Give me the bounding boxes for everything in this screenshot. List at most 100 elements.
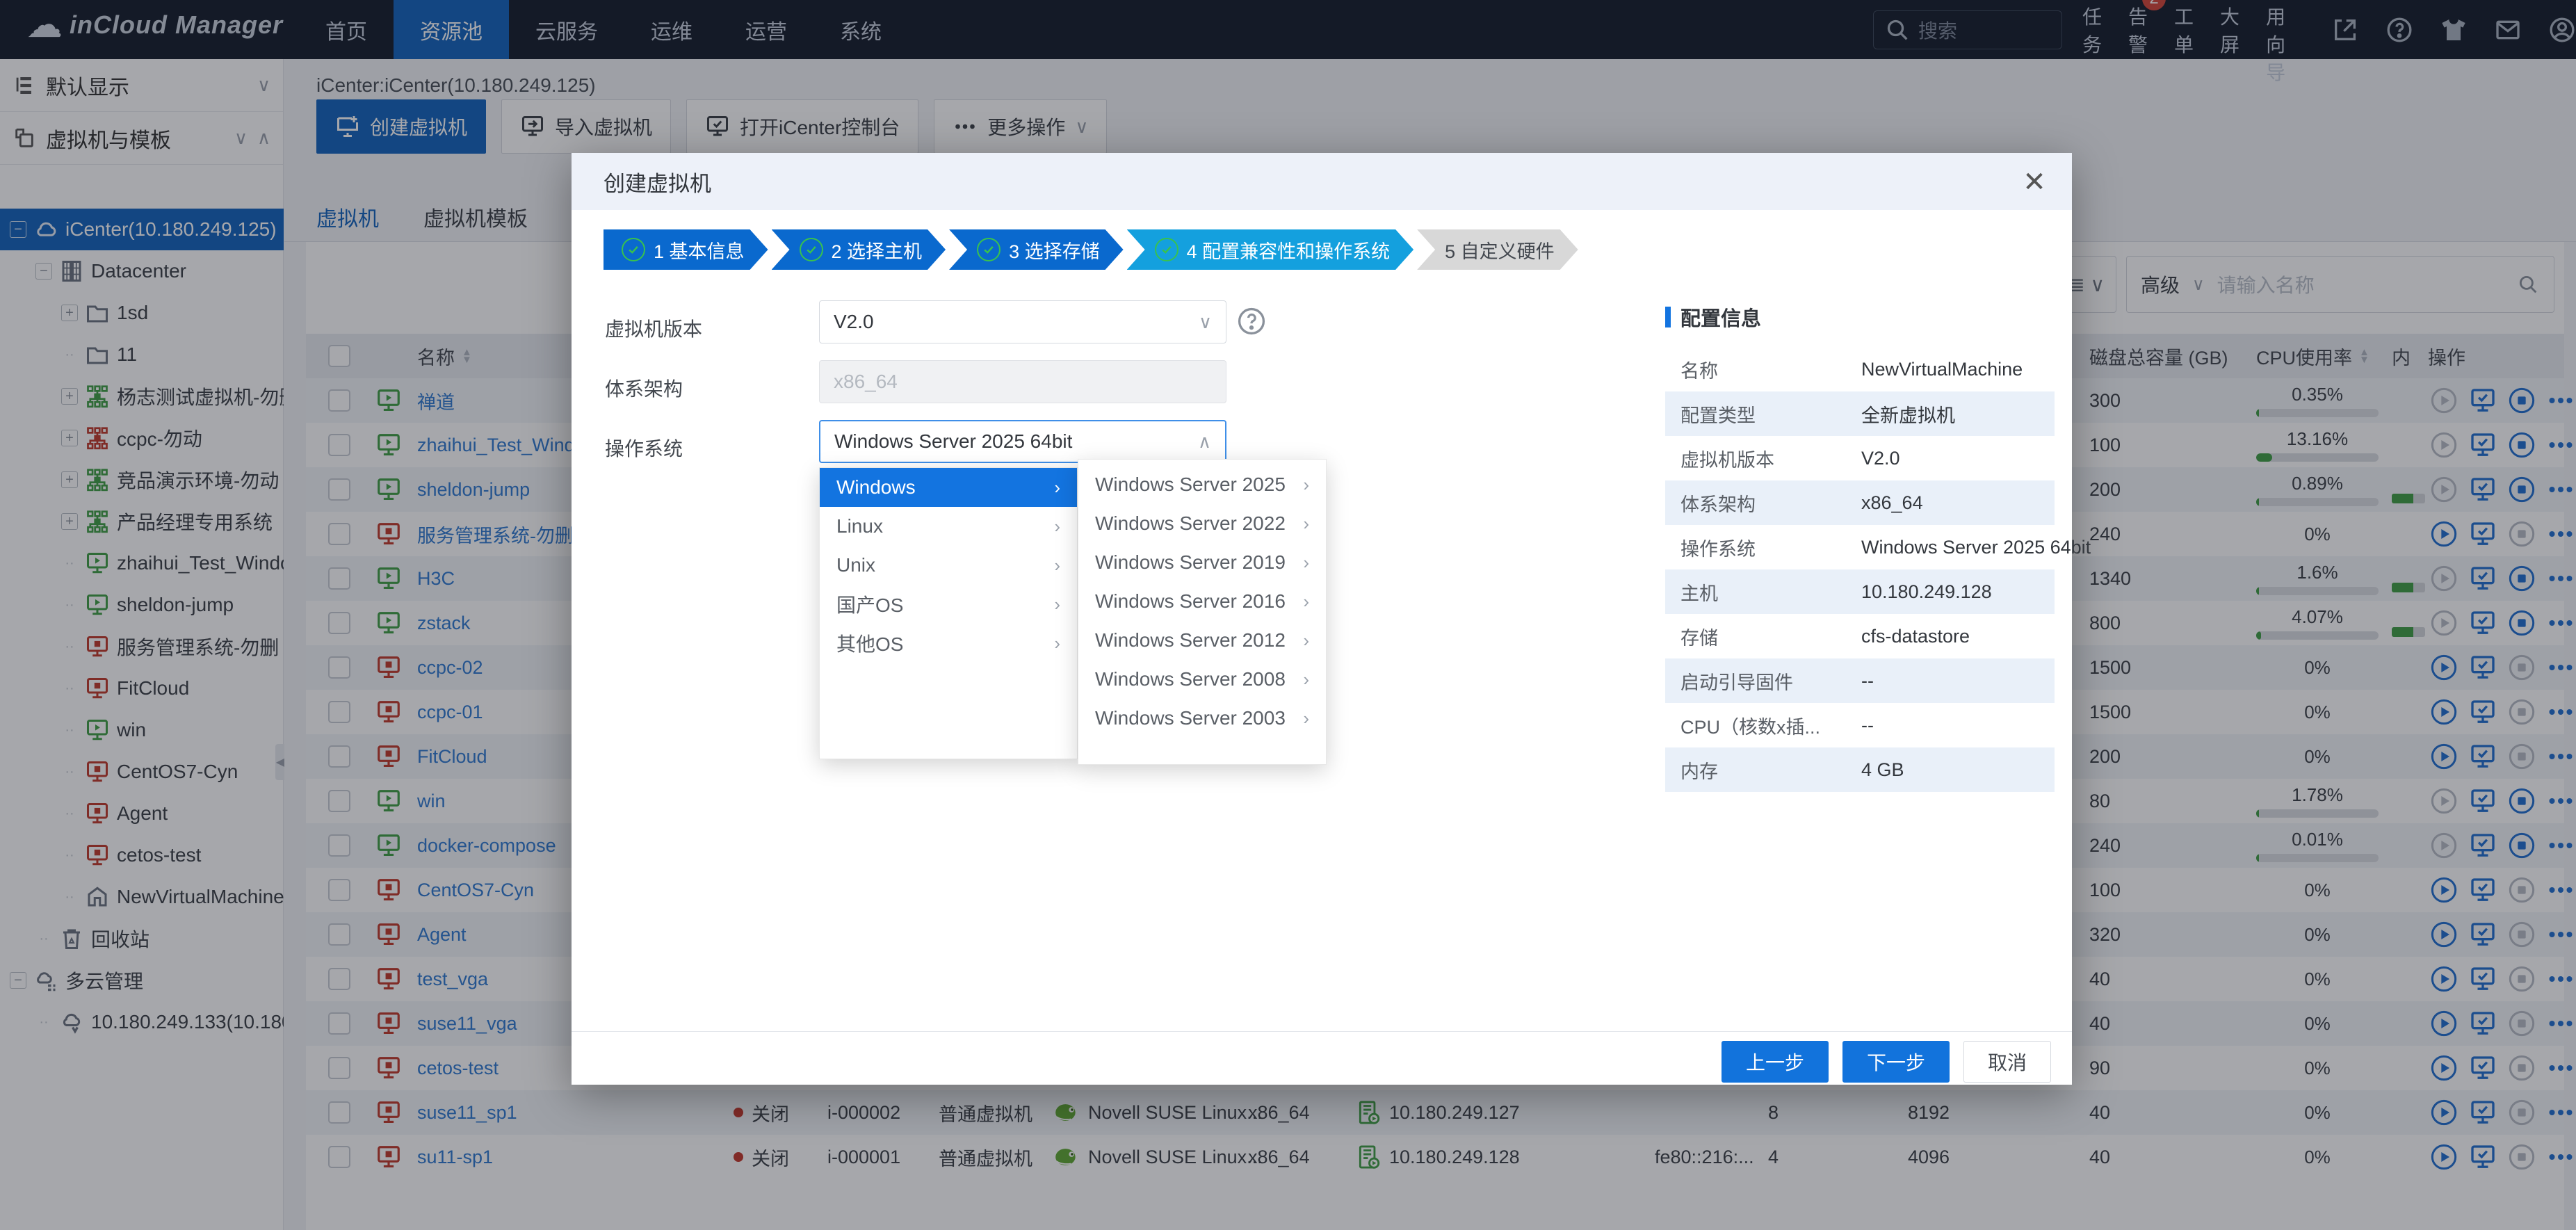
chevron-right-icon: ›	[1303, 669, 1309, 690]
config-label: 主机	[1680, 578, 1861, 606]
vm-version-value: V2.0	[834, 311, 874, 333]
config-label: 操作系统	[1680, 534, 1861, 561]
next-step-button[interactable]: 下一步	[1842, 1041, 1950, 1083]
os-version-label: Windows Server 2003	[1095, 707, 1286, 729]
chevron-right-icon: ›	[1303, 474, 1309, 496]
menu-pad	[1078, 460, 1326, 465]
os-version-label: Windows Server 2008	[1095, 668, 1286, 690]
os-family-Windows[interactable]: Windows ›	[820, 468, 1077, 507]
cancel-button[interactable]: 取消	[1963, 1041, 2051, 1083]
os-family-label: Unix	[836, 554, 875, 576]
step-label: 2 选择主机	[832, 236, 923, 264]
os-family-menu: Windows › Linux › Unix › 国产OS › 其他OS ›	[819, 467, 1078, 759]
step-label: 4 配置兼容性和操作系统	[1187, 236, 1391, 264]
config-label: CPU（核数x插...	[1680, 712, 1861, 739]
config-title-text: 配置信息	[1680, 302, 1761, 332]
chevron-right-icon: ›	[1054, 594, 1060, 615]
os-version-label: Windows Server 2022	[1095, 512, 1286, 535]
chevron-right-icon: ›	[1303, 708, 1309, 729]
os-version-Windows Server 2022[interactable]: Windows Server 2022 ›	[1078, 504, 1326, 543]
chevron-right-icon: ›	[1303, 630, 1309, 652]
os-family-国产OS[interactable]: 国产OS ›	[820, 585, 1077, 624]
prev-step-button[interactable]: 上一步	[1722, 1041, 1829, 1083]
config-panel-title: 配置信息	[1665, 302, 2055, 332]
os-version-Windows Server 2019[interactable]: Windows Server 2019 ›	[1078, 543, 1326, 582]
os-family-label: 国产OS	[836, 590, 903, 618]
config-label: 内存	[1680, 756, 1861, 784]
config-value: 4 GB	[1861, 759, 1904, 781]
chevron-right-icon: ›	[1054, 516, 1060, 537]
os-version-label: Windows Server 2019	[1095, 551, 1286, 574]
step-check-icon	[977, 238, 1001, 261]
os-version-Windows Server 2008[interactable]: Windows Server 2008 ›	[1078, 660, 1326, 699]
config-row-操作系统: 操作系统Windows Server 2025 64bit	[1665, 525, 2055, 569]
step-check-icon	[622, 238, 645, 261]
chevron-right-icon: ›	[1303, 591, 1309, 613]
chevron-right-icon: ›	[1303, 552, 1309, 574]
config-label: 存储	[1680, 623, 1861, 650]
close-icon[interactable]: ✕	[2018, 165, 2051, 199]
dialog-header: 创建虚拟机	[572, 153, 2072, 210]
config-value: V2.0	[1861, 448, 1900, 469]
os-family-Unix[interactable]: Unix ›	[820, 546, 1077, 585]
wizard-step-2[interactable]: 2 选择主机	[772, 229, 946, 270]
config-row-CPU（核数x插...: CPU（核数x插...--	[1665, 703, 2055, 747]
help-icon[interactable]	[1236, 306, 1267, 337]
chevron-right-icon: ›	[1054, 555, 1060, 576]
vm-version-select[interactable]: V2.0 ∨	[819, 300, 1226, 343]
os-family-其他OS[interactable]: 其他OS ›	[820, 624, 1077, 663]
config-value: --	[1861, 715, 1874, 736]
config-row-内存: 内存4 GB	[1665, 747, 2055, 792]
config-row-体系架构: 体系架构x86_64	[1665, 480, 2055, 525]
step-label: 3 选择存储	[1009, 236, 1100, 264]
step-check-icon	[1155, 238, 1178, 261]
os-family-label: 其他OS	[836, 629, 903, 657]
wizard-step-5[interactable]: 5 自定义硬件	[1417, 229, 1578, 270]
os-family-label: Linux	[836, 515, 883, 537]
step-label: 1 基本信息	[654, 236, 745, 264]
vm-version-label: 虚拟机版本	[605, 314, 702, 342]
os-version-label: Windows Server 2025	[1095, 474, 1286, 496]
config-row-配置类型: 配置类型全新虚拟机	[1665, 391, 2055, 436]
config-label: 虚拟机版本	[1680, 445, 1861, 472]
os-version-label: Windows Server 2012	[1095, 629, 1286, 652]
os-select[interactable]: Windows Server 2025 64bit ∧	[819, 420, 1226, 463]
os-version-menu: Windows Server 2025 › Windows Server 2022 ›…	[1078, 459, 1327, 765]
wizard-step-1[interactable]: 1 基本信息	[604, 229, 768, 270]
config-summary-panel: 配置信息 名称NewVirtualMachine配置类型全新虚拟机虚拟机版本V2…	[1665, 302, 2055, 792]
title-accent-bar	[1665, 307, 1671, 327]
config-row-存储: 存储cfs-datastore	[1665, 614, 2055, 658]
os-version-label: Windows Server 2016	[1095, 590, 1286, 613]
create-vm-dialog: 创建虚拟机 ✕ 1 基本信息 2 选择主机 3 选择存储 4 配置兼容性和操作系统 5 …	[572, 153, 2072, 1085]
app-root: ☁ inCloud Manager 首页资源池云服务运维运营系统 搜索 任务告警…	[0, 0, 2576, 1230]
config-value: x86_64	[1861, 492, 1923, 514]
config-row-名称: 名称NewVirtualMachine	[1665, 347, 2055, 391]
os-version-Windows Server 2003[interactable]: Windows Server 2003 ›	[1078, 699, 1326, 738]
config-label: 配置类型	[1680, 400, 1861, 428]
chevron-right-icon: ›	[1054, 633, 1060, 654]
config-value: --	[1861, 670, 1874, 692]
step-check-icon	[800, 238, 823, 261]
config-value: Windows Server 2025 64bit	[1861, 537, 2091, 558]
os-family-label: Windows	[836, 476, 916, 499]
os-select-value: Windows Server 2025 64bit	[834, 430, 1072, 453]
wizard-step-4[interactable]: 4 配置兼容性和操作系统	[1127, 229, 1414, 270]
arch-label: 体系架构	[605, 374, 683, 402]
config-label: 启动引导固件	[1680, 667, 1861, 695]
chevron-right-icon: ›	[1303, 513, 1309, 535]
wizard-steps: 1 基本信息 2 选择主机 3 选择存储 4 配置兼容性和操作系统 5 自定义硬件	[604, 229, 1582, 270]
chevron-right-icon: ›	[1054, 477, 1060, 499]
config-value: cfs-datastore	[1861, 626, 1970, 647]
config-value: 全新虚拟机	[1861, 400, 1955, 428]
arch-value: x86_64	[834, 371, 898, 393]
os-label: 操作系统	[605, 434, 683, 462]
os-version-Windows Server 2025[interactable]: Windows Server 2025 ›	[1078, 465, 1326, 504]
os-version-Windows Server 2012[interactable]: Windows Server 2012 ›	[1078, 621, 1326, 660]
dialog-title: 创建虚拟机	[604, 166, 711, 197]
os-version-Windows Server 2016[interactable]: Windows Server 2016 ›	[1078, 582, 1326, 621]
chevron-down-icon: ∨	[1199, 311, 1212, 333]
config-value: 10.180.249.128	[1861, 581, 1992, 603]
os-family-Linux[interactable]: Linux ›	[820, 507, 1077, 546]
wizard-step-3[interactable]: 3 选择存储	[949, 229, 1124, 270]
chevron-up-icon: ∧	[1198, 431, 1211, 453]
